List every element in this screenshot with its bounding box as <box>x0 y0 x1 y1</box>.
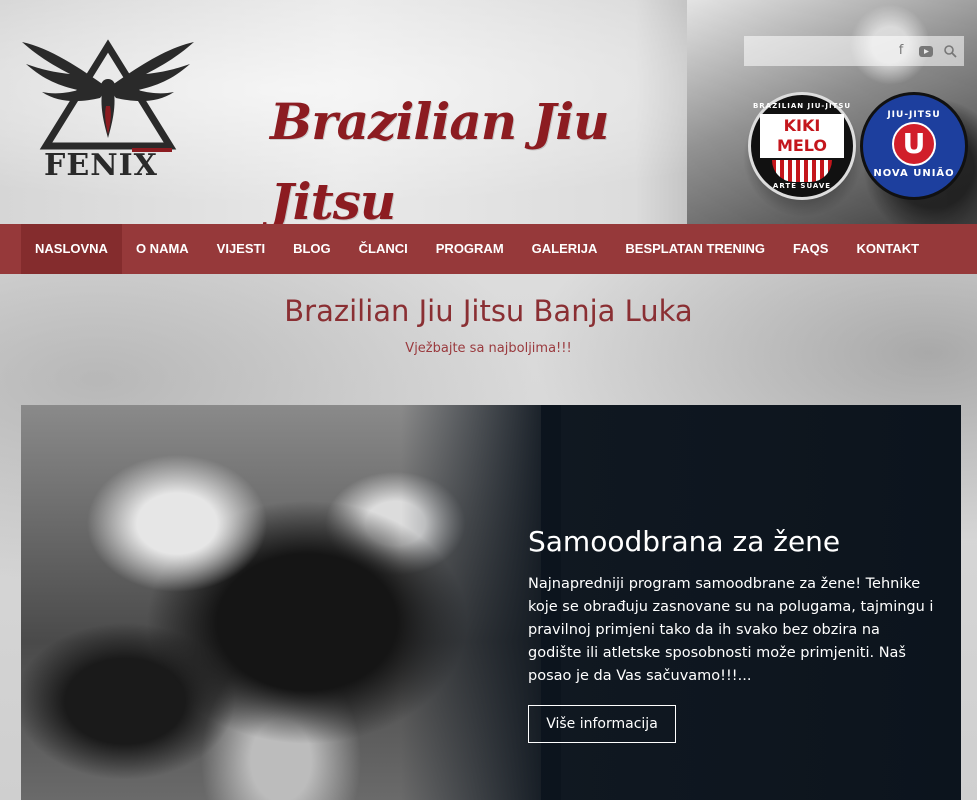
facebook-icon[interactable]: f <box>891 41 911 61</box>
phoenix-icon <box>22 39 194 152</box>
badge-kiki-bottom: ARTE SUAVE <box>772 182 832 190</box>
nav-item-galerija[interactable]: GALERIJA <box>518 224 612 274</box>
badge-kiki-name: KIKI MELO <box>760 114 844 158</box>
nav-item-o-nama[interactable]: O NAMA <box>122 224 203 274</box>
nova-uniao-badge: JIU-JITSU U NOVA UNIÃO <box>860 92 968 200</box>
youtube-icon[interactable] <box>916 41 936 61</box>
badge-nova-letter: U <box>892 121 936 166</box>
slide-title: Samoodbrana za žene <box>528 525 841 558</box>
site-header: FENIX Brazilian Jiu Jitsu f BRAZILIAN JI… <box>0 0 977 224</box>
badge-kiki-top: BRAZILIAN JIU-JITSU <box>752 102 852 110</box>
nav-item-program[interactable]: PROGRAM <box>422 224 518 274</box>
badge-nova-bottom: NOVA UNIÃO <box>873 167 955 179</box>
header-script-title: Brazilian Jiu Jitsu <box>270 92 610 224</box>
badge-nova-top: JIU-JITSU <box>887 109 941 120</box>
nav-item-vijesti[interactable]: VIJESTI <box>203 224 279 274</box>
main-nav: NASLOVNA O NAMA VIJESTI BLOG ČLANCI PROG… <box>0 224 977 274</box>
nav-item-besplatan-trening[interactable]: BESPLATAN TRENING <box>611 224 779 274</box>
more-info-button[interactable]: Više informacija <box>528 705 676 743</box>
page-title: Brazilian Jiu Jitsu Banja Luka <box>284 294 693 328</box>
hero-slider: Samoodbrana za žene Najnapredniji progra… <box>21 405 961 800</box>
logo-text: FENIX <box>44 148 158 183</box>
kiki-melo-badge: BRAZILIAN JIU-JITSU KIKI MELO ARTE SUAVE <box>748 92 856 200</box>
social-bar: f <box>744 36 964 66</box>
nav-item-blog[interactable]: BLOG <box>279 224 345 274</box>
sunburst-icon <box>772 160 832 182</box>
search-icon[interactable] <box>940 41 960 61</box>
page-subtitle: Vježbajte sa najboljima!!! <box>405 341 572 356</box>
slide-text: Najnapredniji program samoodbrane za žen… <box>528 576 934 684</box>
nav-item-kontakt[interactable]: KONTAKT <box>842 224 933 274</box>
nav-item-clanci[interactable]: ČLANCI <box>345 224 422 274</box>
nav-item-faqs[interactable]: FAQS <box>779 224 842 274</box>
nav-item-naslovna[interactable]: NASLOVNA <box>21 224 122 274</box>
